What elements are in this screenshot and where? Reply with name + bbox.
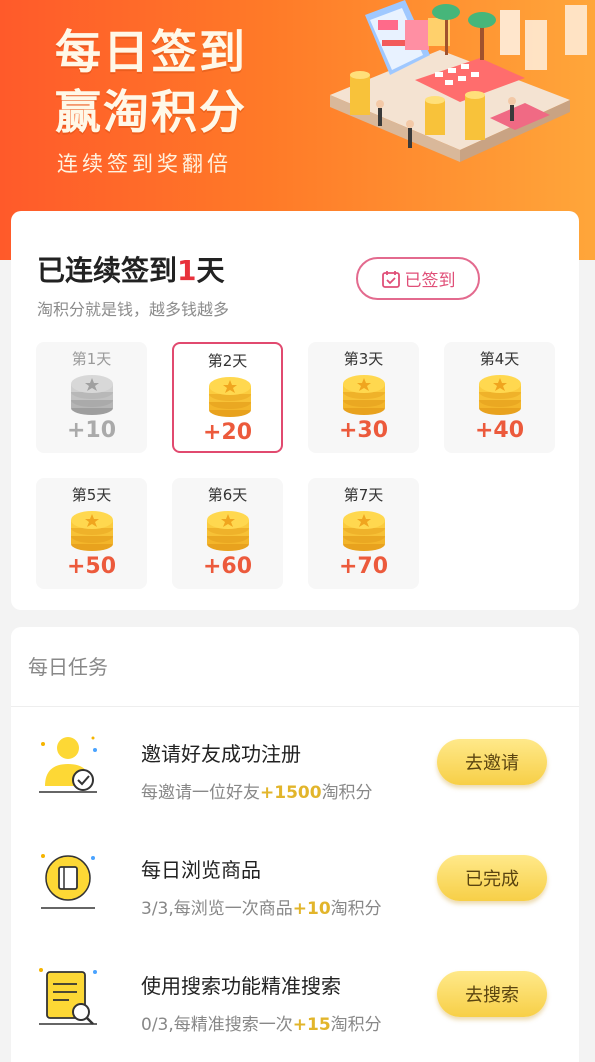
divider [11, 706, 579, 707]
task-desc-unit: 淘积分 [321, 783, 373, 803]
day-points: +30 [338, 418, 389, 443]
daily-tasks-card: 每日任务 邀请好友成功注册 每邀请一位好友+1500淘积分 去邀请 每日浏览商品… [11, 627, 579, 1062]
task-points: +15 [292, 1015, 331, 1035]
task-title: 使用搜索功能精准搜索 [141, 974, 341, 998]
coin-stack-icon [71, 375, 113, 415]
day-points: +10 [66, 418, 117, 443]
coin-stack-icon [479, 375, 521, 415]
coin-stack-icon [71, 511, 113, 551]
day-1: 第1天 +10 [36, 342, 147, 453]
completed-button[interactable]: 已完成 [437, 855, 547, 901]
coin-stack-icon [343, 511, 385, 551]
task-title: 邀请好友成功注册 [141, 742, 301, 766]
day-6: 第6天 +60 [172, 478, 283, 589]
day-points: +70 [338, 554, 389, 579]
calendar-check-icon [381, 270, 400, 288]
task-desc-text: 每邀请一位好友 [141, 783, 260, 803]
browse-goods-icon [41, 854, 95, 909]
streak-prefix: 已连续签到 [37, 254, 178, 287]
coin-stack-icon [207, 511, 249, 551]
search-button[interactable]: 去搜索 [437, 971, 547, 1017]
task-title: 每日浏览商品 [141, 858, 261, 882]
day-3: 第3天 +30 [308, 342, 419, 453]
shopping-illustration-icon [330, 0, 587, 162]
task-desc: 3/3,每浏览一次商品+10淘积分 [141, 894, 382, 919]
day-label: 第1天 [71, 350, 112, 368]
day-points: +40 [474, 418, 525, 443]
signed-button[interactable]: 已签到 [356, 257, 480, 300]
day-4: 第4天 +40 [444, 342, 555, 453]
day-label: 第4天 [479, 350, 520, 368]
invite-button[interactable]: 去邀请 [437, 739, 547, 785]
day-points: +50 [66, 554, 117, 579]
day-2: 第2天 +20 [172, 342, 283, 453]
day-label: 第3天 [343, 350, 384, 368]
tasks-heading: 每日任务 [28, 655, 108, 679]
day-points: +20 [202, 420, 253, 445]
task-item-browse: 每日浏览商品 3/3,每浏览一次商品+10淘积分 已完成 [11, 846, 579, 956]
user-check-icon [39, 736, 97, 793]
task-item-search: 使用搜索功能精准搜索 0/3,每精准搜索一次+15淘积分 去搜索 [11, 962, 579, 1062]
day-label: 第2天 [207, 352, 248, 370]
hero-subtitle: 连续签到奖翻倍 [57, 152, 232, 176]
task-desc-unit: 淘积分 [330, 899, 382, 919]
day-label: 第6天 [207, 486, 248, 504]
task-desc-text: 0/3,每精准搜索一次 [141, 1015, 293, 1035]
task-desc: 每邀请一位好友+1500淘积分 [141, 778, 373, 803]
day-label: 第7天 [343, 486, 384, 504]
day-7: 第7天 +70 [308, 478, 419, 589]
day-5: 第5天 +50 [36, 478, 147, 589]
task-item-invite: 邀请好友成功注册 每邀请一位好友+1500淘积分 去邀请 [11, 730, 579, 840]
search-doc-icon [39, 968, 97, 1025]
streak-days: 1 [177, 254, 197, 287]
day-points: +60 [202, 554, 253, 579]
streak-subtitle: 淘积分就是钱，越多钱越多 [37, 300, 230, 319]
streak-title: 已连续签到1天 [37, 249, 225, 289]
signin-card: 已连续签到1天 淘积分就是钱，越多钱越多 已签到 第1天 +10 第2天 +20… [11, 211, 579, 610]
day-label: 第5天 [71, 486, 112, 504]
task-points: +1500 [260, 783, 322, 803]
task-desc: 0/3,每精准搜索一次+15淘积分 [141, 1010, 382, 1035]
coin-stack-icon [209, 377, 251, 417]
task-points: +10 [292, 899, 331, 919]
task-desc-text: 3/3,每浏览一次商品 [141, 899, 293, 919]
signed-label: 已签到 [404, 271, 456, 291]
hero-title-line1: 每日签到 [55, 25, 247, 79]
streak-suffix: 天 [196, 254, 225, 287]
task-desc-unit: 淘积分 [330, 1015, 382, 1035]
hero-title-line2: 赢淘积分 [55, 85, 247, 139]
coin-stack-icon [343, 375, 385, 415]
hero-title: 每日签到 赢淘积分 [55, 22, 247, 142]
